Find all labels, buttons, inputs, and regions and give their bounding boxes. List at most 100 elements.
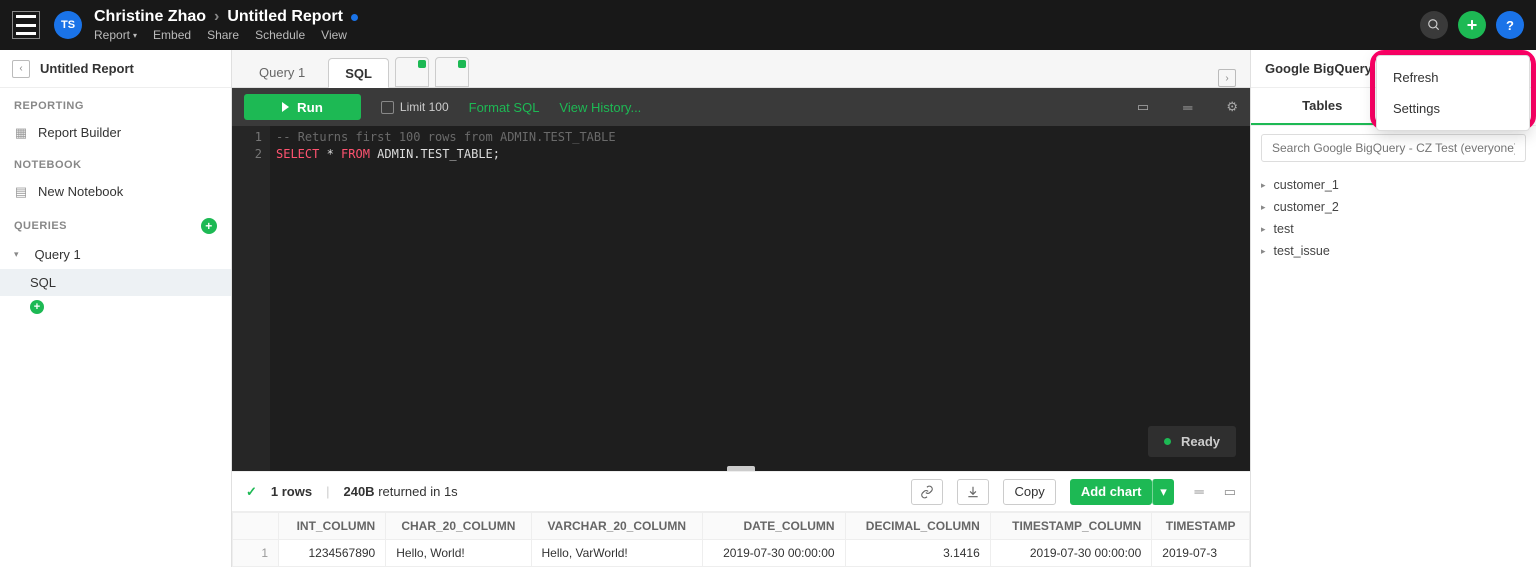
cell: Hello, VarWorld! [531, 540, 703, 567]
main: ‹ Untitled Report REPORTING ▦ Report Bui… [0, 50, 1536, 567]
new-button[interactable]: + [1458, 11, 1486, 39]
menu-refresh[interactable]: Refresh [1377, 62, 1529, 93]
editor-tabs: Query 1 SQL › [232, 50, 1250, 88]
sidebar-query-sql[interactable]: SQL [0, 269, 231, 296]
tab-add-table[interactable] [395, 57, 429, 87]
chevron-down-icon: ▾ [14, 249, 19, 260]
title-region: Christine Zhao › Untitled Report Report … [94, 8, 358, 42]
copy-link-button[interactable] [911, 479, 943, 505]
sidebar-add-viz[interactable]: + [0, 296, 231, 318]
download-icon [966, 485, 980, 499]
collapse-sidebar-icon[interactable]: ‹ [12, 60, 30, 78]
row-index: 1 [233, 540, 279, 567]
add-chart-caret[interactable]: ▾ [1152, 479, 1174, 505]
schema-search [1261, 134, 1526, 162]
report-builder-icon: ▦ [14, 126, 28, 140]
breadcrumb-report-title[interactable]: Untitled Report [227, 8, 343, 26]
layout-icon-2[interactable]: ═ [1183, 100, 1192, 115]
results-layout-icon-1[interactable]: ═ [1194, 484, 1203, 499]
results-layout-icon-2[interactable]: ▭ [1224, 484, 1236, 500]
cell: Hello, World! [386, 540, 531, 567]
cell: 1234567890 [279, 540, 386, 567]
resize-handle[interactable] [727, 466, 755, 471]
results-size: 240B [343, 484, 374, 499]
menu-share[interactable]: Share [207, 28, 239, 42]
download-button[interactable] [957, 479, 989, 505]
col-date[interactable]: DATE_COLUMN [703, 513, 845, 540]
view-history-button[interactable]: View History... [559, 100, 641, 115]
breadcrumb-separator-icon: › [214, 8, 219, 26]
table-row[interactable]: 1 1234567890 Hello, World! Hello, VarWor… [233, 540, 1250, 567]
workspace-avatar[interactable]: TS [54, 11, 82, 39]
row-index-header [233, 513, 279, 540]
help-button[interactable]: ? [1496, 11, 1524, 39]
right-panel: Google BigQuery - CZ Test ▾ ⋮ Refresh Se… [1250, 50, 1536, 567]
link-icon [920, 485, 934, 499]
status-badge: Ready [1148, 426, 1236, 457]
schema-tree: ▸customer_1 ▸customer_2 ▸test ▸test_issu… [1251, 170, 1536, 266]
results-row-count: 1 rows [271, 484, 312, 499]
results-toolbar: ✓ 1 rows | 240B returned in 1s Copy Add … [232, 471, 1250, 511]
cell: 3.1416 [845, 540, 990, 567]
add-chart-button[interactable]: Add chart [1070, 479, 1153, 505]
add-query-icon[interactable]: + [201, 218, 217, 234]
center-column: Query 1 SQL › Run Limit 100 Format SQL V… [232, 50, 1250, 567]
col-char[interactable]: CHAR_20_COLUMN [386, 513, 531, 540]
section-reporting: REPORTING [0, 88, 231, 118]
section-notebook: NOTEBOOK [0, 147, 231, 177]
search-icon[interactable] [1420, 11, 1448, 39]
col-vchar[interactable]: VARCHAR_20_COLUMN [531, 513, 703, 540]
plus-badge-icon [418, 60, 426, 68]
line-gutter: 12 [232, 126, 270, 471]
tree-item[interactable]: ▸customer_2 [1261, 196, 1526, 218]
menu-report[interactable]: Report ▾ [94, 28, 137, 42]
left-sidebar: ‹ Untitled Report REPORTING ▦ Report Bui… [0, 50, 232, 567]
col-dec[interactable]: DECIMAL_COLUMN [845, 513, 990, 540]
menu-embed[interactable]: Embed [153, 28, 191, 42]
layout-icon-1[interactable]: ▭ [1137, 99, 1149, 115]
mode-logo-icon[interactable] [12, 11, 40, 39]
col-int[interactable]: INT_COLUMN [279, 513, 386, 540]
run-button[interactable]: Run [244, 94, 361, 120]
expand-panel-icon[interactable]: › [1218, 69, 1236, 87]
tree-item[interactable]: ▸customer_1 [1261, 174, 1526, 196]
col-ts[interactable]: TIMESTAMP_COLUMN [990, 513, 1152, 540]
sidebar-query-1[interactable]: ▾ Query 1 [0, 240, 231, 269]
limit-100-toggle[interactable]: Limit 100 [381, 100, 449, 114]
gear-icon[interactable]: ⚙ [1226, 99, 1238, 115]
code-area[interactable]: -- Returns first 100 rows from ADMIN.TES… [270, 126, 1250, 471]
success-check-icon: ✓ [246, 484, 257, 500]
tab-add-chart[interactable] [435, 57, 469, 87]
col-ts2[interactable]: TIMESTAMP [1152, 513, 1250, 540]
notebook-icon: ▤ [14, 185, 28, 199]
sidebar-report-builder[interactable]: ▦ Report Builder [0, 118, 231, 147]
copy-button[interactable]: Copy [1003, 479, 1055, 505]
menu-view[interactable]: View [321, 28, 347, 42]
breadcrumb-user[interactable]: Christine Zhao [94, 8, 206, 26]
format-sql-button[interactable]: Format SQL [469, 100, 540, 115]
sidebar-new-notebook-label: New Notebook [38, 184, 123, 199]
db-type-label: Google BigQuery [1265, 61, 1372, 76]
schema-search-input[interactable] [1261, 134, 1526, 162]
results-timing: returned in 1s [378, 484, 458, 499]
cell: 2019-07-30 00:00:00 [990, 540, 1152, 567]
sidebar-report-title: Untitled Report [40, 61, 134, 76]
report-menu-bar: Report ▾ Embed Share Schedule View [94, 28, 358, 42]
results-table: INT_COLUMN CHAR_20_COLUMN VARCHAR_20_COL… [232, 511, 1250, 567]
tab-query-1[interactable]: Query 1 [242, 57, 322, 87]
tab-sql[interactable]: SQL [328, 58, 389, 88]
section-queries: QUERIES + [0, 206, 231, 240]
cell: 2019-07-30 00:00:00 [703, 540, 845, 567]
chevron-right-icon: ▸ [1261, 224, 1266, 235]
tab-tables[interactable]: Tables [1251, 88, 1394, 125]
sidebar-new-notebook[interactable]: ▤ New Notebook [0, 177, 231, 206]
tree-item[interactable]: ▸test_issue [1261, 240, 1526, 262]
editor-toolbar: Run Limit 100 Format SQL View History...… [232, 88, 1250, 126]
cell: 2019-07-3 [1152, 540, 1250, 567]
menu-settings[interactable]: Settings [1377, 93, 1529, 124]
tree-item[interactable]: ▸test [1261, 218, 1526, 240]
menu-schedule[interactable]: Schedule [255, 28, 305, 42]
sql-editor[interactable]: 12 -- Returns first 100 rows from ADMIN.… [232, 126, 1250, 471]
table-header-row: INT_COLUMN CHAR_20_COLUMN VARCHAR_20_COL… [233, 513, 1250, 540]
chevron-right-icon: ▸ [1261, 202, 1266, 213]
